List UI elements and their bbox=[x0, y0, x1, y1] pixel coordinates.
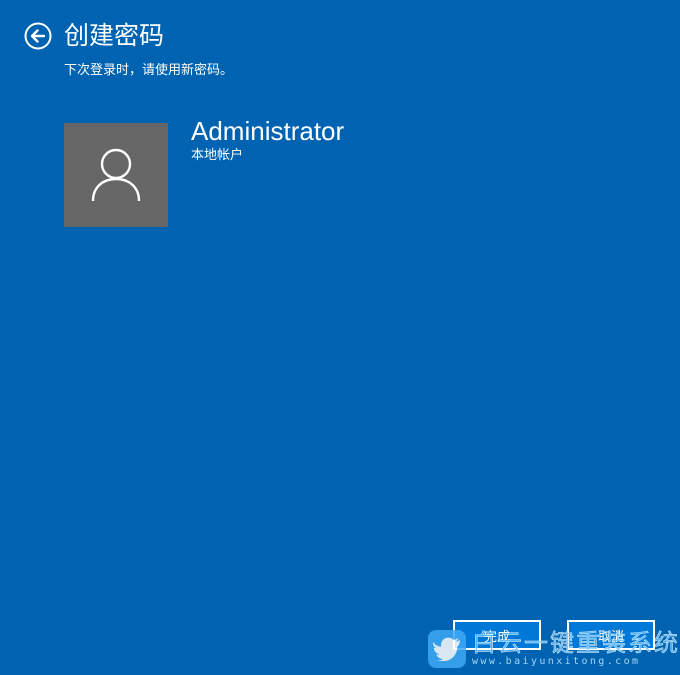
account-info: Administrator 本地帐户 bbox=[191, 114, 344, 164]
page-title: 创建密码 bbox=[64, 21, 165, 50]
back-arrow-icon bbox=[24, 22, 52, 50]
account-name: Administrator bbox=[191, 116, 345, 146]
header: 创建密码 bbox=[24, 20, 164, 52]
watermark-url: www.baiyunxitong.com bbox=[472, 656, 641, 667]
back-button[interactable] bbox=[24, 22, 52, 50]
page-subtitle: 下次登录时，请使用新密码。 bbox=[64, 63, 234, 78]
account-type: 本地帐户 bbox=[191, 148, 244, 163]
watermark: 白云一键重装系统 www.baiyunxitong.com bbox=[428, 630, 680, 668]
user-icon bbox=[91, 148, 141, 202]
watermark-text: 白云一键重装系统 www.baiyunxitong.com bbox=[472, 630, 680, 668]
avatar bbox=[64, 123, 168, 227]
watermark-title: 白云一键重装系统 bbox=[472, 629, 680, 657]
bird-logo-icon bbox=[428, 630, 466, 668]
